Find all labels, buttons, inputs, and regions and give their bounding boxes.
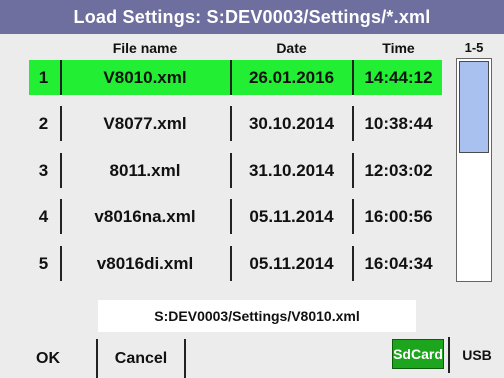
row-file-name: v8016di.xml xyxy=(96,254,194,273)
file-row-3[interactable]: 3 8011.xml 31.10.2014 12:03:02 xyxy=(29,153,442,188)
ok-button[interactable]: OK xyxy=(0,339,98,378)
column-divider xyxy=(230,106,232,141)
column-header-time: Time xyxy=(382,40,415,56)
row-time: 14:44:12 xyxy=(364,68,433,87)
row-file-name: v8016na.xml xyxy=(94,207,196,226)
row-date: 31.10.2014 xyxy=(248,161,335,180)
column-divider xyxy=(352,153,354,188)
row-file-name: V8010.xml xyxy=(103,68,187,87)
column-header-file-name: File name xyxy=(112,40,178,56)
row-file-name: 8011.xml xyxy=(109,161,181,180)
column-header-date: Date xyxy=(276,40,307,56)
row-index: 2 xyxy=(38,114,49,133)
column-divider xyxy=(352,60,354,95)
file-row-2[interactable]: 2 V8077.xml 30.10.2014 10:38:44 xyxy=(29,106,442,141)
row-index: 4 xyxy=(38,207,49,226)
column-divider xyxy=(60,246,62,281)
column-divider xyxy=(230,199,232,234)
file-row-4[interactable]: 4 v8016na.xml 05.11.2014 16:00:56 xyxy=(29,199,442,234)
column-divider xyxy=(352,106,354,141)
row-date: 05.11.2014 xyxy=(249,254,334,273)
column-divider xyxy=(60,153,62,188)
scrollbar[interactable] xyxy=(456,58,492,282)
row-date: 26.01.2016 xyxy=(248,68,335,87)
sdcard-button[interactable]: SdCard xyxy=(392,339,444,369)
column-divider xyxy=(352,246,354,281)
scroll-range-label: 1-5 xyxy=(464,40,484,55)
row-time: 10:38:44 xyxy=(364,114,433,133)
column-divider xyxy=(60,106,62,141)
row-index: 5 xyxy=(38,254,49,273)
file-browser: File name Date Time 1 V8010.xml 26.01.20… xyxy=(0,34,504,378)
cancel-button[interactable]: Cancel xyxy=(98,339,186,378)
row-index: 3 xyxy=(38,161,49,180)
row-time: 16:00:56 xyxy=(364,207,433,226)
column-divider xyxy=(230,153,232,188)
column-divider xyxy=(230,246,232,281)
usb-button[interactable]: USB xyxy=(448,337,504,373)
row-time: 16:04:34 xyxy=(364,254,433,273)
column-divider xyxy=(60,199,62,234)
row-date: 30.10.2014 xyxy=(248,114,335,133)
column-divider xyxy=(230,60,232,95)
scrollbar-thumb[interactable] xyxy=(459,61,489,153)
column-divider xyxy=(352,199,354,234)
file-row-5[interactable]: 5 v8016di.xml 05.11.2014 16:04:34 xyxy=(29,246,442,281)
row-index: 1 xyxy=(38,68,49,87)
row-file-name: V8077.xml xyxy=(103,114,187,133)
column-divider xyxy=(60,60,62,95)
selected-file-path: S:DEV0003/Settings/V8010.xml xyxy=(98,300,416,332)
row-time: 12:03:02 xyxy=(364,161,433,180)
row-date: 05.11.2014 xyxy=(249,207,334,226)
file-row-1[interactable]: 1 V8010.xml 26.01.2016 14:44:12 xyxy=(29,60,442,95)
window-title: Load Settings: S:DEV0003/Settings/*.xml xyxy=(0,0,504,34)
